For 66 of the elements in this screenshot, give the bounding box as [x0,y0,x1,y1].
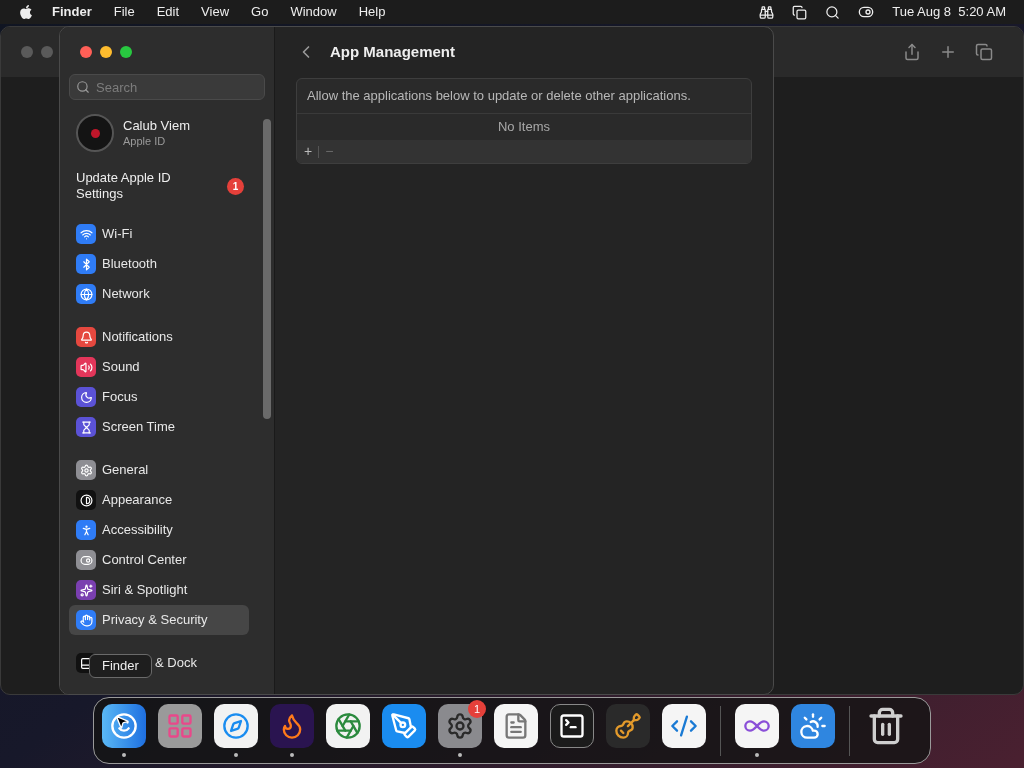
document-icon[interactable] [494,704,538,748]
menu-item[interactable]: View [201,2,230,22]
sidebar-item[interactable]: Screen Time [69,412,249,442]
minimize-button[interactable] [100,46,112,58]
sidebar-item[interactable]: Siri & Spotlight [69,575,249,605]
menu-clock[interactable]: Tue Aug 8 5:20 AM [892,2,1006,22]
sidebar-item[interactable]: Wi-Fi [69,219,249,249]
sidebar-item[interactable]: Network [69,279,249,309]
running-indicator [290,753,294,757]
zoom-button[interactable] [120,46,132,58]
terminal-icon[interactable] [550,704,594,748]
menu-item[interactable]: File [113,2,135,22]
running-indicator [458,753,462,757]
avatar[interactable] [76,114,114,152]
sidebar-item[interactable]: Notifications [69,322,249,352]
update-notice[interactable]: Update Apple ID Settings [76,170,196,202]
aperture-icon[interactable] [326,704,370,748]
control-center-icon[interactable] [858,4,875,20]
sidebar-item[interactable]: Privacy & Security [69,605,249,635]
search-icon [76,80,90,94]
tabs-icon[interactable] [975,43,993,61]
sidebar-item[interactable]: Appearance [69,485,249,515]
sidebar-item[interactable]: Accessibility [69,515,249,545]
account-name[interactable]: Calub Viem [123,118,190,134]
tooltip: Finder [89,654,152,678]
pen-tool-icon[interactable] [382,704,426,748]
plus-icon[interactable] [939,43,957,61]
compass-icon[interactable] [214,704,258,748]
menu-item[interactable]: Go [251,2,269,22]
scrollbar[interactable] [263,119,271,419]
flame-icon[interactable] [270,704,314,748]
sidebar-item[interactable]: Control Center [69,545,249,575]
apple-icon[interactable] [18,4,34,20]
binoculars-icon[interactable] [759,4,775,20]
infinity-icon[interactable] [735,704,779,748]
app-grid-icon[interactable] [158,704,202,748]
menu-item[interactable]: Window [290,2,337,22]
pointer-icon [114,714,130,730]
sidebar-item[interactable]: General [69,455,249,485]
menu-item[interactable]: Edit [156,2,180,22]
running-indicator [122,753,126,757]
page-title: App Management [330,41,455,62]
cloud-sun-icon[interactable] [791,704,835,748]
share-icon[interactable] [903,43,921,61]
gear-icon[interactable] [438,704,482,748]
search-icon[interactable] [825,4,841,20]
guitar-icon[interactable] [606,704,650,748]
account-subtitle: Apple ID [123,134,167,148]
add-button[interactable]: + [301,141,316,162]
notification-badge: 1 [227,177,244,195]
close-button[interactable] [80,46,92,58]
windows-icon[interactable] [792,4,808,20]
running-indicator [755,753,759,757]
sidebar-item[interactable]: Focus [69,382,249,412]
menu-item[interactable]: Help [358,2,386,22]
panel-description: Allow the applications below to update or delete other applications. [307,87,691,106]
code-icon[interactable] [662,704,706,748]
sidebar-item[interactable]: Sound [69,352,249,382]
sidebar-item[interactable]: Bluetooth [69,249,249,279]
sidebar-item[interactable]: & Dock [155,653,197,673]
face-icon[interactable] [102,704,146,748]
empty-message: No Items [498,118,550,137]
app-name-menu[interactable]: Finder [52,2,92,22]
notification-badge: 1 [468,700,486,718]
search-field[interactable]: Search [69,74,265,100]
running-indicator [234,753,238,757]
